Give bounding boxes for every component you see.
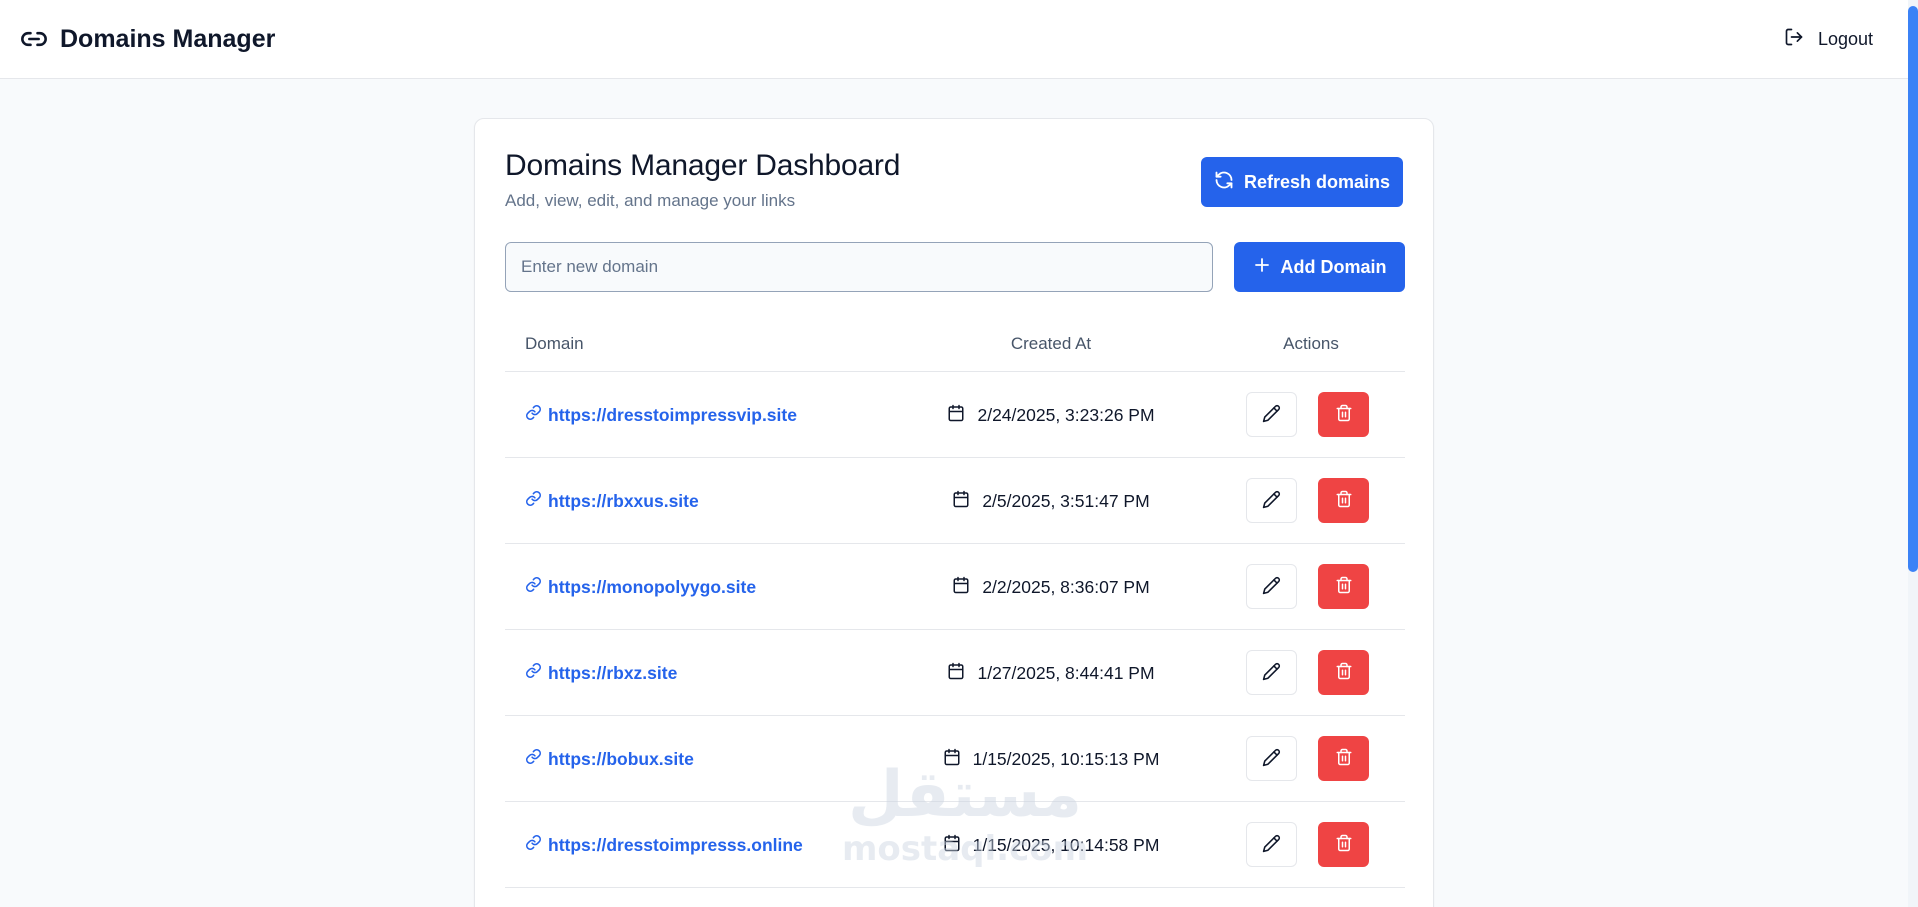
pencil-icon (1262, 662, 1281, 684)
domain-url: https://dresstoimpressvip.site (548, 404, 797, 425)
link-icon (525, 490, 542, 512)
calendar-icon (952, 490, 970, 513)
domain-link[interactable]: https://bobux.site (525, 748, 694, 770)
trash-icon (1335, 834, 1353, 855)
pencil-icon (1262, 490, 1281, 512)
table-row: https://dresstoimpresss.online 1/15/2025,… (505, 802, 1405, 888)
refresh-label: Refresh domains (1243, 171, 1391, 192)
domain-url: https://monopolyygo.site (548, 576, 757, 597)
created-at-cell: 2/2/2025, 8:36:07 PM (951, 576, 1151, 599)
column-header-domain: Domain (525, 334, 584, 353)
calendar-icon (943, 748, 961, 771)
add-domain-button[interactable]: Add Domain (1234, 242, 1405, 292)
table-row: https://monopolyygo.site 2/2/2025, 8:36:0… (505, 544, 1405, 630)
domain-url: https://dresstoimpresss.online (548, 834, 803, 855)
created-at-value: 2/24/2025, 3:23:26 PM (977, 405, 1155, 425)
pencil-icon (1262, 748, 1281, 770)
calendar-icon (952, 576, 970, 599)
edit-button[interactable] (1246, 650, 1297, 695)
brand[interactable]: Domains Manager (20, 25, 275, 54)
logout-label: Logout (1817, 28, 1873, 49)
created-at-cell: 1/15/2025, 10:14:58 PM (944, 834, 1159, 857)
created-at-cell: 1/27/2025, 8:44:41 PM (948, 662, 1155, 685)
row-actions (1246, 392, 1369, 437)
created-at-cell: 2/24/2025, 3:23:26 PM (948, 404, 1155, 427)
plus-icon (1253, 256, 1271, 279)
trash-icon (1335, 748, 1353, 769)
created-at-cell: 2/5/2025, 3:51:47 PM (951, 490, 1151, 513)
new-domain-input[interactable] (505, 242, 1213, 292)
trash-icon (1335, 404, 1353, 425)
domain-link[interactable]: https://rbxz.site (525, 662, 677, 684)
created-at-value: 2/5/2025, 3:51:47 PM (982, 491, 1150, 511)
dashboard-header: Domains Manager Dashboard Add, view, edi… (505, 149, 1403, 219)
domain-link[interactable]: https://dresstoimpresss.online (525, 834, 803, 856)
table-body: https://dresstoimpressvip.site 2/24/2025,… (505, 372, 1405, 888)
page-scrollbar[interactable] (1908, 0, 1918, 907)
row-actions (1246, 478, 1369, 523)
logout-icon (1784, 27, 1804, 52)
app-title: Domains Manager (60, 24, 276, 53)
delete-button[interactable] (1318, 822, 1369, 867)
column-header-actions: Actions (1283, 334, 1339, 353)
row-actions (1246, 564, 1369, 609)
table-row: https://rbxz.site 1/27/2025, 8:44:41 PM (505, 630, 1405, 716)
refresh-domains-button[interactable]: Refresh domains (1201, 157, 1403, 207)
domain-url: https://rbxz.site (548, 662, 678, 683)
trash-icon (1335, 490, 1353, 511)
created-at-value: 1/15/2025, 10:14:58 PM (972, 835, 1160, 855)
link-icon (525, 404, 542, 426)
edit-button[interactable] (1246, 392, 1297, 437)
link-icon (525, 834, 542, 856)
created-at-value: 1/27/2025, 8:44:41 PM (977, 663, 1155, 683)
delete-button[interactable] (1318, 392, 1369, 437)
pencil-icon (1262, 834, 1281, 856)
table-header: Domain Created At Actions (505, 319, 1405, 372)
delete-button[interactable] (1318, 736, 1369, 781)
scrollbar-thumb[interactable] (1908, 6, 1918, 572)
add-domain-label: Add Domain (1280, 256, 1387, 277)
row-actions (1246, 822, 1369, 867)
calendar-icon (947, 662, 965, 685)
calendar-icon (947, 404, 965, 427)
add-domain-form: Add Domain (505, 242, 1405, 292)
pencil-icon (1262, 576, 1281, 598)
link-icon (525, 662, 542, 684)
delete-button[interactable] (1318, 650, 1369, 695)
link-icon (525, 576, 542, 598)
table-row: https://rbxxus.site 2/5/2025, 3:51:47 PM (505, 458, 1405, 544)
domain-link[interactable]: https://rbxxus.site (525, 490, 699, 512)
calendar-icon (943, 834, 961, 857)
table-row: https://dresstoimpressvip.site 2/24/2025,… (505, 372, 1405, 458)
logout-button[interactable]: Logout (1784, 27, 1873, 52)
created-at-value: 1/15/2025, 10:15:13 PM (972, 749, 1160, 769)
delete-button[interactable] (1318, 564, 1369, 609)
delete-button[interactable] (1318, 478, 1369, 523)
domain-link[interactable]: https://monopolyygo.site (525, 576, 756, 598)
edit-button[interactable] (1246, 564, 1297, 609)
edit-button[interactable] (1246, 822, 1297, 867)
domains-table: Domain Created At Actions https://dresst… (505, 319, 1405, 888)
row-actions (1246, 736, 1369, 781)
table-row: https://bobux.site 1/15/2025, 10:15:13 PM (505, 716, 1405, 802)
created-at-cell: 1/15/2025, 10:15:13 PM (944, 748, 1159, 771)
domain-url: https://rbxxus.site (548, 490, 699, 511)
refresh-icon (1214, 170, 1234, 195)
trash-icon (1335, 576, 1353, 597)
pencil-icon (1262, 404, 1281, 426)
edit-button[interactable] (1246, 736, 1297, 781)
domain-link[interactable]: https://dresstoimpressvip.site (525, 404, 797, 426)
created-at-value: 2/2/2025, 8:36:07 PM (982, 577, 1150, 597)
link-icon (20, 25, 48, 53)
column-header-created: Created At (1010, 334, 1092, 353)
row-actions (1246, 650, 1369, 695)
domain-url: https://bobux.site (548, 748, 694, 769)
edit-button[interactable] (1246, 478, 1297, 523)
link-icon (525, 748, 542, 770)
dashboard-card: Domains Manager Dashboard Add, view, edi… (474, 118, 1434, 907)
trash-icon (1335, 662, 1353, 683)
top-navbar: Domains Manager Logout (0, 0, 1918, 79)
